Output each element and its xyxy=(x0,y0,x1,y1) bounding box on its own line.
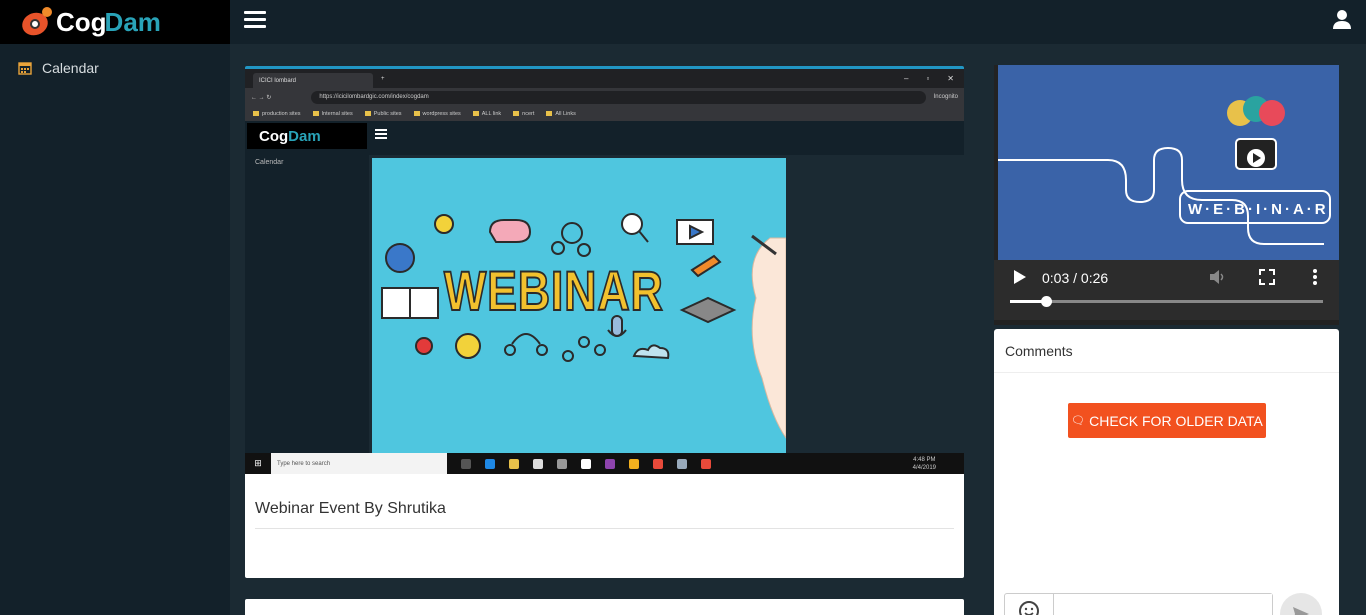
bookmarks-bar: production sites Internal sites Public s… xyxy=(245,106,964,121)
page-scrollbar[interactable] xyxy=(1356,44,1366,615)
new-tab-icon: + xyxy=(381,75,385,82)
calendar-icon xyxy=(18,62,32,75)
sidebar: Cog Dam Calendar xyxy=(0,0,230,615)
bookmark-item: All Links xyxy=(546,111,575,117)
bookmark-item: production sites xyxy=(253,111,301,117)
event-card: ICICI lombard + – ▫ ✕ ← → ↻ https://icicil… xyxy=(245,66,964,578)
brand-name-part2: Dam xyxy=(104,6,161,37)
poster-text: W·E·B·I·N·A·R xyxy=(1188,201,1329,218)
more-options-icon[interactable] xyxy=(1306,268,1324,286)
browser-tab-title: ICICI lombard xyxy=(259,77,297,84)
comment-input-group xyxy=(1004,593,1273,615)
webinar-slide-image: WEBINAR xyxy=(372,158,786,455)
logo-mark-icon xyxy=(19,7,54,39)
top-bar xyxy=(230,0,1366,44)
incognito-label: Incognito xyxy=(933,94,958,100)
hamburger-icon[interactable] xyxy=(244,11,266,29)
taskbar-search: Type here to search xyxy=(271,453,447,474)
taskbar-app-icons xyxy=(461,458,711,469)
check-older-data-button[interactable]: 🗨 CHECK FOR OLDER DATA xyxy=(1068,403,1266,438)
video-poster[interactable]: W·E·B·I·N·A·R xyxy=(998,65,1339,260)
brand-logo[interactable]: Cog Dam xyxy=(0,0,230,44)
embedded-topbar xyxy=(369,121,964,155)
send-button[interactable] xyxy=(1280,593,1322,615)
nav-arrows-icon: ← → ↻ xyxy=(251,94,272,101)
bookmark-item: ALL link xyxy=(473,111,501,117)
fullscreen-icon[interactable] xyxy=(1258,268,1276,286)
bookmark-item: Public sites xyxy=(365,111,402,117)
event-media-screenshot: ICICI lombard + – ▫ ✕ ← → ↻ https://icicil… xyxy=(245,69,964,474)
video-controls: 0:03 / 0:26 xyxy=(994,260,1339,320)
embedded-page: Cog Dam Calendar WEBINAR xyxy=(245,121,964,455)
browser-url: https://icicilombardgic.com/index/cogdam xyxy=(311,90,926,104)
embedded-hamburger-icon xyxy=(375,129,387,141)
bookmark-item: wordpress sites xyxy=(414,111,461,117)
smiley-icon xyxy=(1019,601,1039,615)
embedded-logo: Cog Dam xyxy=(247,123,367,149)
webinar-bulb-icon xyxy=(998,96,1331,245)
browser-address-bar: ← → ↻ https://icicilombardgic.com/index/… xyxy=(245,88,964,106)
sidebar-item-label: Calendar xyxy=(42,60,99,76)
send-icon xyxy=(1293,607,1309,615)
video-time: 0:03 / 0:26 xyxy=(1042,270,1109,286)
video-player[interactable]: W·E·B·I·N·A·R 0:03 / 0:26 xyxy=(994,65,1339,325)
embedded-sidebar: Cog Dam Calendar xyxy=(245,121,369,453)
play-icon[interactable] xyxy=(1010,268,1028,286)
taskbar-clock: 4:48 PM 4/4/2019 xyxy=(912,456,936,471)
older-button-label: CHECK FOR OLDER DATA xyxy=(1089,412,1263,429)
progress-knob[interactable] xyxy=(1040,296,1052,307)
user-icon[interactable] xyxy=(1332,9,1352,29)
windows-taskbar: ⊞ Type here to search 4:48 PM 4/4/2019 xyxy=(245,453,964,474)
minimize-icon: – xyxy=(904,74,909,83)
event-title: Webinar Event By Shrutika xyxy=(255,500,446,517)
bookmark-item: Internal sites xyxy=(313,111,353,117)
embedded-calendar-item: Calendar xyxy=(255,159,284,166)
comments-panel: Comments 🗨 CHECK FOR OLDER DATA xyxy=(994,329,1339,615)
brand-name-part1: Cog xyxy=(56,6,107,37)
close-icon: ✕ xyxy=(947,74,954,83)
video-progress-slider[interactable] xyxy=(1010,296,1323,307)
divider xyxy=(255,528,954,529)
comments-header: Comments xyxy=(994,329,1339,373)
browser-tab-strip: ICICI lombard + – ▫ ✕ xyxy=(245,69,964,88)
comment-input[interactable] xyxy=(1054,594,1272,615)
window-controls: – ▫ ✕ xyxy=(904,74,964,83)
next-card xyxy=(245,599,964,615)
bookmark-item: ncert xyxy=(513,111,534,117)
volume-icon[interactable] xyxy=(1208,268,1226,286)
sidebar-item-calendar[interactable]: Calendar xyxy=(0,44,230,92)
emoji-button[interactable] xyxy=(1005,594,1054,615)
browser-tab: ICICI lombard xyxy=(253,73,373,88)
maximize-icon: ▫ xyxy=(926,74,930,83)
windows-start-icon: ⊞ xyxy=(254,458,262,468)
comments-icon: 🗨 xyxy=(1071,415,1086,427)
slide-title: WEBINAR xyxy=(443,258,664,323)
